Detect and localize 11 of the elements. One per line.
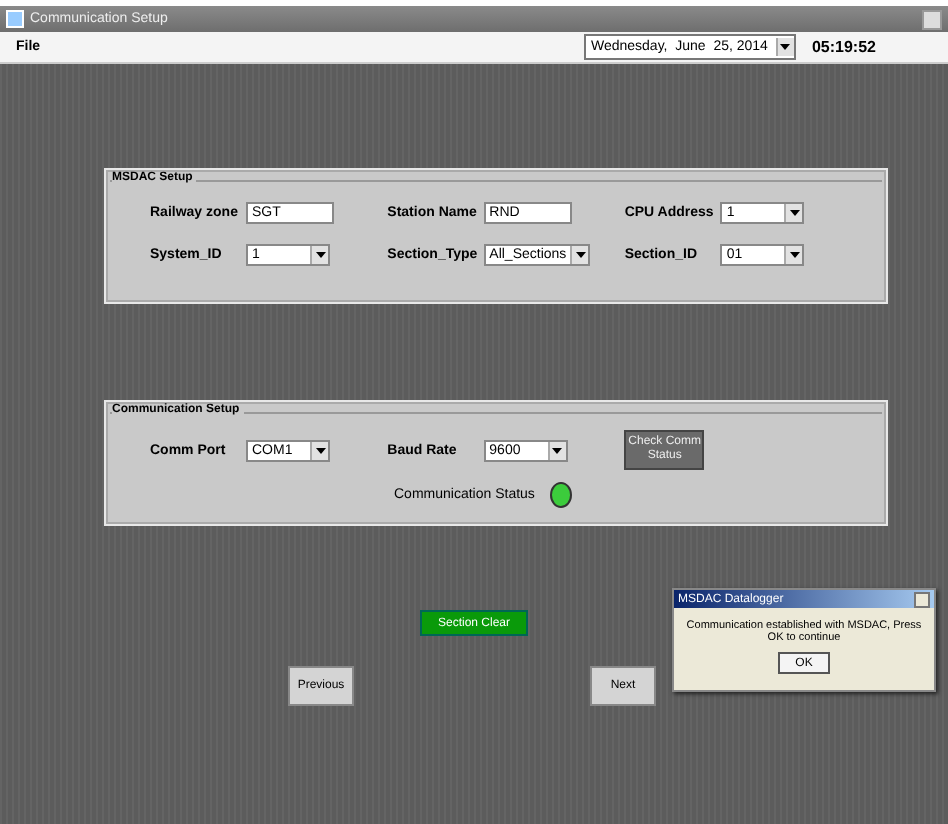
close-icon[interactable] — [914, 591, 930, 607]
dropdown-arrow-icon[interactable] — [784, 246, 803, 264]
dropdown-arrow-icon[interactable] — [775, 38, 794, 56]
dropdown-arrow-icon[interactable] — [784, 204, 803, 222]
app-icon — [6, 10, 24, 28]
dropdown-arrow-icon[interactable] — [570, 246, 589, 264]
dropdown-arrow-icon[interactable] — [310, 246, 328, 264]
window-control-icon[interactable] — [922, 9, 942, 29]
clock: 05:19:52 — [811, 38, 876, 56]
dropdown-arrow-icon[interactable] — [547, 441, 566, 459]
dropdown-arrow-icon[interactable] — [310, 441, 328, 459]
